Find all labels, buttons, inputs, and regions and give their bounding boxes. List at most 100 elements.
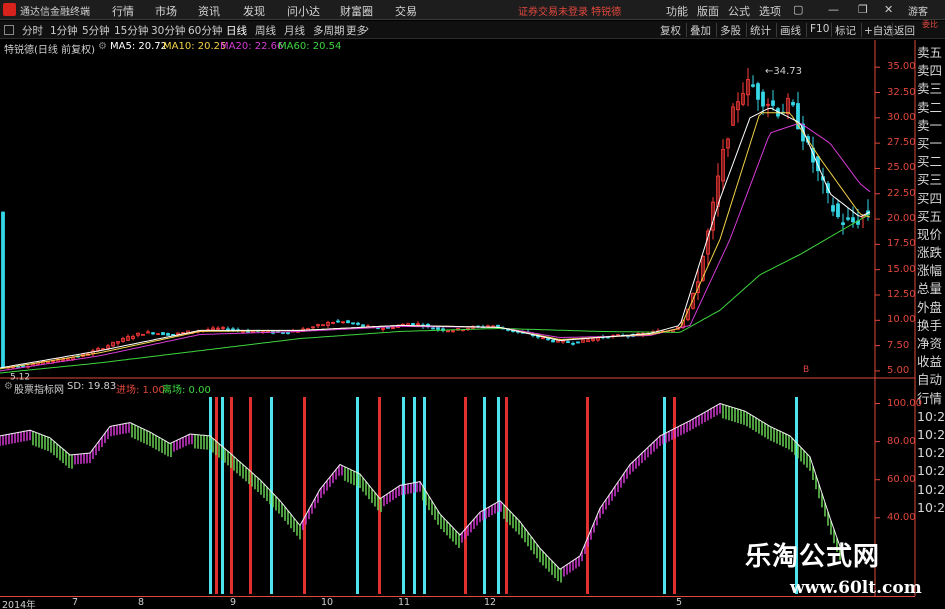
side-panel-item[interactable]: 卖四: [917, 62, 945, 80]
menu-square-icon[interactable]: ▢: [793, 3, 803, 16]
period-60min[interactable]: 60分钟: [188, 23, 222, 38]
tool-f10[interactable]: F10: [810, 23, 829, 35]
close-icon[interactable]: ✕: [884, 3, 893, 16]
menu-caifuquan[interactable]: 财富圈: [340, 3, 373, 19]
side-panel-item[interactable]: 自动: [917, 371, 945, 389]
price-tick-label: 35.00: [887, 61, 916, 73]
menu-shichang[interactable]: 市场: [155, 3, 177, 19]
candle-body: [396, 325, 400, 328]
date-label: 2014年: [2, 600, 36, 609]
candle-body: [491, 325, 495, 328]
period-5min[interactable]: 5分钟: [82, 23, 110, 38]
period-monthly[interactable]: 月线: [284, 23, 305, 38]
period-multi[interactable]: 多周期: [313, 23, 345, 38]
side-panel-item[interactable]: 买三: [917, 171, 945, 189]
period-fenshi[interactable]: 分时: [22, 23, 43, 38]
side-panel-item[interactable]: 收益: [917, 353, 945, 371]
candle-body: [61, 359, 65, 361]
watermark-title: 乐淘公式网: [745, 542, 881, 572]
candle-body: [606, 336, 610, 339]
period-daily[interactable]: 日线: [226, 23, 247, 38]
main-chart-legend: 特锐德(日线 前复权) ⚙ MA5: 20.72 MA10: 20.25 MA2…: [0, 40, 915, 56]
tool-add-watchlist[interactable]: +自选: [864, 23, 894, 38]
candle-body: [501, 327, 505, 330]
candle-body: [536, 334, 540, 338]
tool-back[interactable]: 返回: [894, 23, 915, 38]
side-panel-item[interactable]: 买五: [917, 208, 945, 226]
side-panel-item[interactable]: 10:26: [917, 499, 945, 517]
candle-body: [116, 341, 120, 344]
side-panel-item[interactable]: 总量: [917, 280, 945, 298]
period-15min[interactable]: 15分钟: [114, 23, 148, 38]
menu-wenxiaoda[interactable]: 问小达: [287, 3, 320, 19]
entry-signal-bar: [230, 397, 233, 594]
candle-body: [486, 325, 490, 328]
side-panel-item[interactable]: 涨幅: [917, 262, 945, 280]
login-status-text[interactable]: 证券交易未登录 特锐德: [518, 3, 621, 18]
side-panel-item[interactable]: 涨跌: [917, 244, 945, 262]
stock-name: 特锐德(日线 前复权): [4, 45, 95, 56]
tool-biaoji[interactable]: 标记: [835, 23, 856, 38]
period-more[interactable]: 更多: [346, 23, 367, 38]
candle-body: [356, 322, 360, 325]
side-panel-item[interactable]: 买二: [917, 153, 945, 171]
candle-body: [251, 330, 255, 333]
legend-gear-icon[interactable]: ⚙: [98, 41, 107, 52]
candle-body: [71, 356, 75, 360]
menu-xuanxiang[interactable]: 选项: [759, 3, 781, 19]
side-panel-item[interactable]: 10:26: [917, 444, 945, 462]
side-panel-item[interactable]: 换手: [917, 317, 945, 335]
candle-body: [851, 217, 855, 223]
side-panel-item[interactable]: 卖二: [917, 99, 945, 117]
side-panel-item[interactable]: 现价: [917, 226, 945, 244]
candle-body: [691, 292, 695, 309]
menu-gongneng[interactable]: 功能: [666, 3, 688, 19]
toggle-panel-icon[interactable]: [4, 25, 14, 35]
menu-banmian[interactable]: 版面: [697, 3, 719, 19]
restore-icon[interactable]: ❐: [858, 3, 868, 16]
candle-body: [311, 326, 315, 329]
ma20-line: [0, 123, 871, 372]
minimize-icon[interactable]: —: [828, 3, 839, 16]
candle-body: [131, 336, 135, 339]
period-1min[interactable]: 1分钟: [50, 23, 78, 38]
tool-fuquan[interactable]: 复权: [660, 23, 681, 38]
indicator-exit: 离场: 0.00: [162, 385, 211, 396]
candle-body: [451, 330, 455, 333]
side-panel-item[interactable]: 买四: [917, 190, 945, 208]
side-panel-item[interactable]: 卖三: [917, 80, 945, 98]
date-label: 12: [484, 597, 497, 608]
side-panel-item[interactable]: 买一: [917, 135, 945, 153]
side-panel-item[interactable]: 10:26: [917, 426, 945, 444]
candle-body: [136, 332, 140, 336]
side-panel-item[interactable]: 外盘: [917, 299, 945, 317]
period-weekly[interactable]: 周线: [255, 23, 276, 38]
candle-body: [296, 330, 300, 333]
period-30min[interactable]: 30分钟: [151, 23, 185, 38]
menu-jiaoyi[interactable]: 交易: [395, 3, 417, 19]
menu-faxian[interactable]: 发现: [243, 3, 265, 19]
tool-tongji[interactable]: 统计: [750, 23, 771, 38]
menu-hangqing[interactable]: 行情: [112, 3, 134, 19]
menu-zixun[interactable]: 资讯: [198, 3, 220, 19]
guest-label[interactable]: 游客: [908, 3, 928, 18]
tool-duogu[interactable]: 多股: [720, 23, 741, 38]
side-panel-item[interactable]: 10:26: [917, 481, 945, 499]
high-price-label: ←34.73: [765, 66, 802, 77]
menu-gongshi[interactable]: 公式: [728, 3, 750, 19]
side-panel-item[interactable]: 卖五: [917, 44, 945, 62]
candle-body: [836, 203, 840, 218]
kline-chart[interactable]: ←34.735.12B: [0, 0, 945, 609]
indicator-settings-icon[interactable]: ⚙: [4, 381, 13, 392]
side-panel-item[interactable]: 卖一: [917, 117, 945, 135]
side-panel-item[interactable]: 10:26: [917, 408, 945, 426]
side-panel-item[interactable]: 10:26: [917, 462, 945, 480]
candle-body: [841, 222, 845, 225]
side-panel-item[interactable]: 净资: [917, 335, 945, 353]
candle-body: [576, 341, 580, 344]
more-chevron-icon[interactable]: ›: [365, 23, 369, 35]
tool-diejia[interactable]: 叠加: [690, 23, 711, 38]
candle-body: [351, 322, 355, 325]
candle-body: [236, 329, 240, 332]
tool-huaxian[interactable]: 画线: [780, 23, 801, 38]
